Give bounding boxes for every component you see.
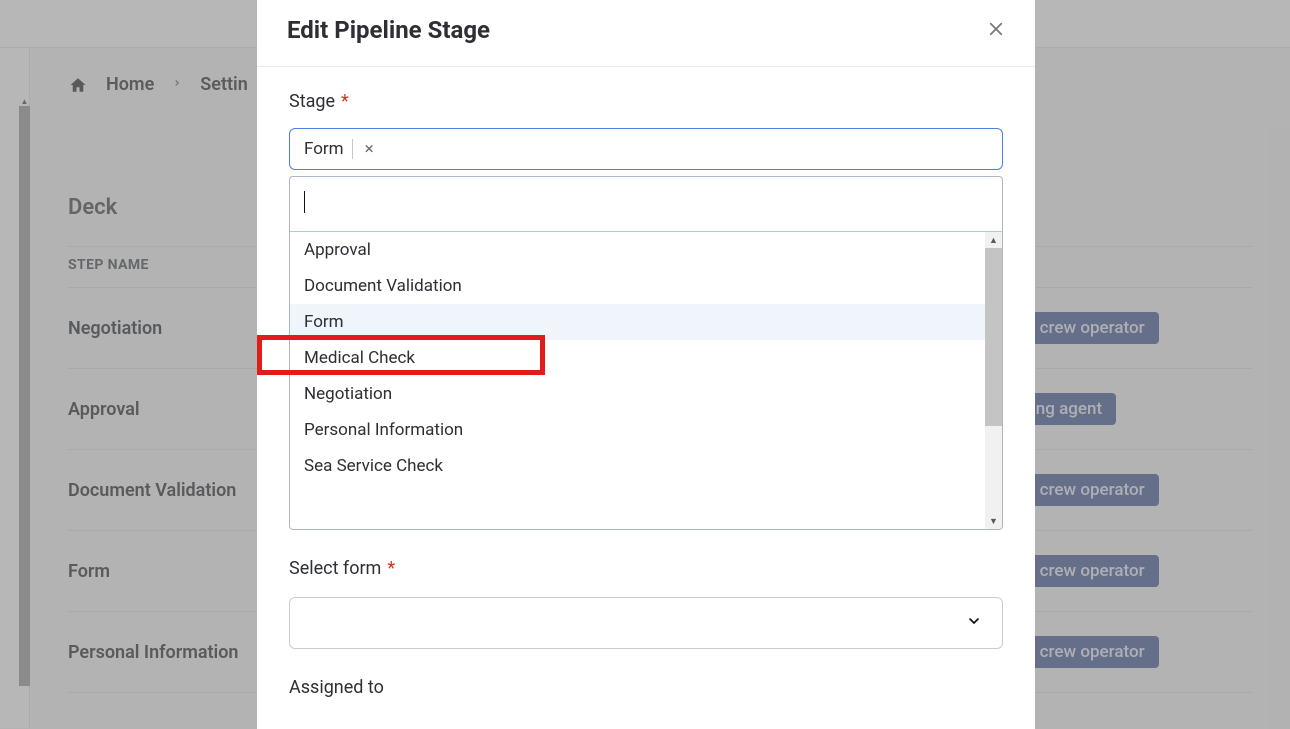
token-separator	[352, 139, 353, 159]
option-medical-check[interactable]: Medical Check	[290, 340, 1002, 376]
option-sea-service-check[interactable]: Sea Service Check	[290, 448, 1002, 484]
close-button[interactable]	[987, 18, 1005, 42]
text-cursor	[304, 191, 305, 213]
stage-label: Stage *	[289, 91, 1003, 112]
stage-token-label: Form	[304, 139, 344, 159]
required-star-icon: *	[387, 560, 395, 578]
option-personal-information[interactable]: Personal Information	[290, 412, 1002, 448]
stage-dropdown: Approval Document Validation Form Medica…	[289, 176, 1003, 530]
option-approval[interactable]: Approval	[290, 232, 1002, 268]
option-negotiation[interactable]: Negotiation	[290, 376, 1002, 412]
scroll-arrow-down-icon[interactable]: ▼	[985, 513, 1002, 529]
modal-title: Edit Pipeline Stage	[287, 16, 490, 44]
assigned-to-label: Assigned to	[289, 677, 1003, 698]
clear-token-icon[interactable]: ×	[361, 139, 378, 159]
select-form-dropdown[interactable]	[289, 597, 1003, 649]
scroll-arrow-up-icon[interactable]: ▲	[985, 232, 1002, 248]
dropdown-scroll-thumb[interactable]	[985, 248, 1002, 426]
modal-header: Edit Pipeline Stage	[257, 0, 1035, 67]
dropdown-options: Approval Document Validation Form Medica…	[290, 232, 1002, 529]
option-document-validation[interactable]: Document Validation	[290, 268, 1002, 304]
required-star-icon: *	[341, 93, 349, 111]
dropdown-search-input[interactable]	[290, 177, 1002, 232]
chevron-down-icon	[966, 613, 980, 627]
modal-body: Stage * Form × Approval Document Validat…	[257, 67, 1035, 722]
option-form[interactable]: Form	[290, 304, 1002, 340]
edit-pipeline-stage-modal: Edit Pipeline Stage Stage * Form × Appro…	[257, 0, 1035, 729]
select-form-label: Select form *	[289, 558, 1003, 579]
dropdown-scrollbar[interactable]: ▲ ▼	[985, 232, 1002, 529]
stage-select[interactable]: Form ×	[289, 128, 1003, 170]
